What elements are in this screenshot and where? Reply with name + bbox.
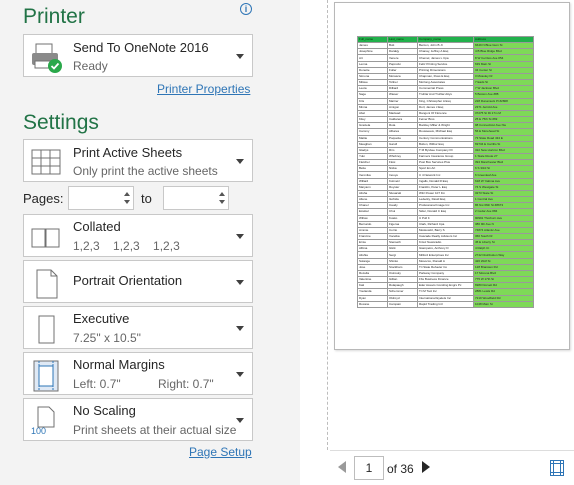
settings-section-title: Settings <box>23 111 99 134</box>
preview-table: Full_name Last_name Company_name Address Ja… <box>357 35 534 308</box>
spin-up-icon[interactable] <box>219 192 225 196</box>
chevron-down-icon <box>236 159 244 164</box>
portrait-page-icon <box>30 267 64 301</box>
print-what-subtitle: Only print the active sheets <box>73 164 218 178</box>
paper-size-icon <box>30 313 64 347</box>
spin-down-icon[interactable] <box>219 200 225 204</box>
page-total-label: of 36 <box>387 462 414 476</box>
margins-title: Normal Margins <box>73 357 165 372</box>
print-backstage: Printer i Send To OneNote 2016 Ready Pri… <box>0 0 574 485</box>
print-settings-panel: Printer i Send To OneNote 2016 Ready Pri… <box>0 0 300 485</box>
printer-name: Send To OneNote 2016 <box>73 40 209 55</box>
chevron-down-icon <box>236 280 244 285</box>
paper-size-dropdown[interactable]: Executive 7.25" x 10.5" <box>23 306 253 349</box>
chevron-down-icon <box>236 326 244 331</box>
table-row: Roxane Campain Rapid Trading Intl 1048 Main… <box>357 300 534 308</box>
margins-dropdown[interactable]: Normal Margins Left: 0.7" Right: 0.7" <box>23 352 253 395</box>
printer-icon <box>30 41 64 75</box>
pages-to-input[interactable] <box>163 186 229 210</box>
margins-right: Right: 0.7" <box>158 377 214 391</box>
spin-down-icon[interactable] <box>124 200 130 204</box>
printer-status: Ready <box>73 59 108 73</box>
chevron-down-icon <box>236 234 244 239</box>
preview-sheet: Full_name Last_name Company_name Address Ja… <box>357 35 534 308</box>
preview-page: Full_name Last_name Company_name Address Ja… <box>334 2 570 350</box>
page-margin-guide <box>327 0 328 450</box>
scaling-title: No Scaling <box>73 403 136 418</box>
margins-icon <box>30 359 64 393</box>
pages-from-input[interactable] <box>68 186 134 210</box>
printer-section-title: Printer <box>23 5 85 28</box>
collation-title: Collated <box>73 219 121 234</box>
orientation-dropdown[interactable]: Portrait Orientation <box>23 260 253 303</box>
paper-size-title: Executive <box>73 311 130 326</box>
scaling-icon-label: 100 <box>31 426 47 436</box>
scaling-dropdown[interactable]: 100 No Scaling Print sheets at their act… <box>23 398 253 441</box>
printer-properties-link[interactable]: Printer Properties <box>157 82 250 96</box>
info-icon[interactable]: i <box>240 3 252 15</box>
table-cell: Rapid Trading Intl <box>417 300 474 308</box>
collation-dropdown[interactable]: Collated 1,2,3 1,2,3 1,2,3 <box>23 214 253 257</box>
margins-left: Left: 0.7" <box>73 377 121 391</box>
print-what-title: Print Active Sheets <box>73 145 183 160</box>
chevron-down-icon <box>236 418 244 423</box>
chevron-down-icon <box>236 372 244 377</box>
pages-label: Pages: <box>23 191 64 206</box>
table-cell: 1048 Main St <box>473 300 534 308</box>
printer-dropdown[interactable]: Send To OneNote 2016 Ready <box>23 34 253 77</box>
table-cell: Campain <box>387 300 418 308</box>
show-margins-icon[interactable] <box>550 460 564 476</box>
current-page-input[interactable]: 1 <box>354 456 384 480</box>
pages-to-label: to <box>141 191 152 206</box>
chevron-down-icon <box>236 54 244 59</box>
page-setup-link[interactable]: Page Setup <box>189 445 252 459</box>
scaling-icon: 100 <box>30 405 64 439</box>
orientation-title: Portrait Orientation <box>73 273 183 288</box>
page-navigation: 1 of 36 <box>330 452 574 485</box>
print-what-dropdown[interactable]: Print Active Sheets Only print the activ… <box>23 139 253 182</box>
paper-size-subtitle: 7.25" x 10.5" <box>73 331 141 345</box>
sheets-grid-icon <box>30 146 64 180</box>
next-page-button[interactable] <box>422 461 430 473</box>
collation-subtitle: 1,2,3 1,2,3 1,2,3 <box>73 239 180 253</box>
spin-up-icon[interactable] <box>124 192 130 196</box>
divider <box>330 450 574 451</box>
previous-page-button[interactable] <box>338 461 346 473</box>
table-cell: Roxane <box>357 300 388 308</box>
collated-icon <box>30 221 64 255</box>
scaling-subtitle: Print sheets at their actual size <box>73 423 237 437</box>
